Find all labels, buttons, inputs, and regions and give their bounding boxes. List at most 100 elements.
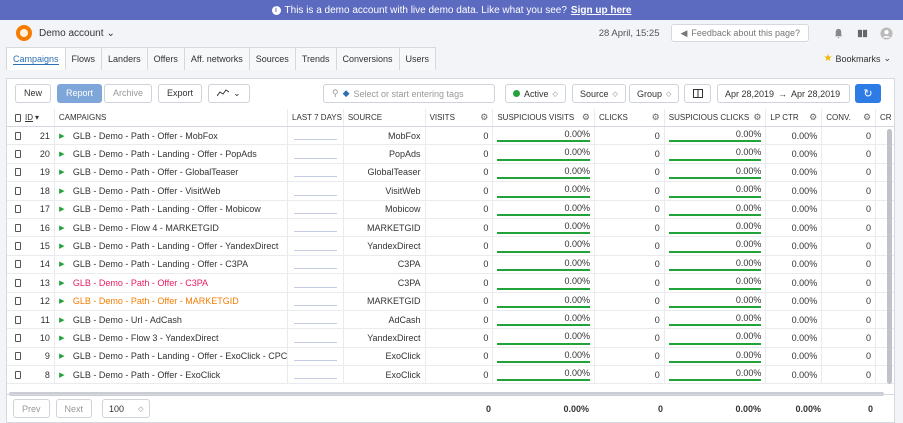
play-icon[interactable]: ▶ [55,311,69,328]
row-checkbox[interactable] [7,311,21,328]
gear-icon[interactable]: ⚙ [480,112,488,123]
table-row[interactable]: 17 ▶ GLB - Demo - Path - Landing - Offer -… [7,200,894,219]
row-checkbox[interactable] [7,237,21,254]
gear-icon[interactable]: ⚙ [652,112,660,123]
play-icon[interactable]: ▶ [55,201,69,218]
play-icon[interactable]: ▶ [55,219,69,236]
visits-column-header[interactable]: VISITS ⚙ [426,109,494,126]
gear-icon[interactable]: ⚙ [809,112,817,123]
table-row[interactable]: 14 ▶ GLB - Demo - Path - Landing - Offer -… [7,255,894,275]
id-column-header[interactable]: ID ▾ [21,109,55,126]
tab-sources[interactable]: Sources [248,47,296,70]
campaign-name[interactable]: GLB - Demo - Path - Landing - Offer - Po… [69,145,289,163]
row-checkbox[interactable] [7,201,21,218]
table-row[interactable]: 15 ▶ GLB - Demo - Path - Landing - Offer -… [7,237,894,256]
vertical-scrollbar[interactable] [887,129,892,384]
new-button[interactable]: New [15,83,52,103]
status-filter[interactable]: Active ◇ [505,84,566,103]
tab-campaigns[interactable]: Campaigns [6,47,66,70]
account-switcher[interactable]: Demo account ⌄ [39,28,115,39]
columns-button[interactable] [684,84,711,103]
conv-column-header[interactable]: CONV. ⚙ [822,109,877,126]
refresh-button[interactable]: ↻ [855,84,881,103]
table-row[interactable]: 21 ▶ GLB - Demo - Path - Offer - MobFox Mob… [7,127,894,146]
bookmarks-menu[interactable]: ★ Bookmarks ⌄ [823,53,891,64]
table-row[interactable]: 20 ▶ GLB - Demo - Path - Landing - Offer -… [7,145,894,164]
play-icon[interactable]: ▶ [55,256,69,273]
table-row[interactable]: 16 ▶ GLB - Demo - Flow 4 - MARKETGID MARKET… [7,218,894,238]
play-icon[interactable]: ▶ [55,164,69,181]
source-column-header[interactable]: SOURCE [344,109,426,126]
archive-button[interactable]: Archive [104,83,153,103]
row-checkbox[interactable] [7,145,21,162]
table-row[interactable]: 19 ▶ GLB - Demo - Path - Offer - GlobalTea… [7,163,894,183]
cr-column-header[interactable]: CR [876,109,894,126]
select-all-checkbox[interactable] [7,109,21,126]
lp-ctr-column-header[interactable]: LP CTR ⚙ [766,109,823,126]
table-row[interactable]: 11 ▶ GLB - Demo - Url - AdCash AdCash 0 0.00%… [7,310,894,330]
play-icon[interactable]: ▶ [55,145,69,162]
row-checkbox[interactable] [7,164,21,181]
row-checkbox[interactable] [7,366,21,383]
campaign-name[interactable]: GLB - Demo - Path - Offer - MobFox [69,127,289,145]
table-row[interactable]: 13 ▶ GLB - Demo - Path - Offer - C3PA C3PA 0… [7,274,894,293]
row-checkbox[interactable] [7,219,21,236]
campaign-name[interactable]: GLB - Demo - Path - Landing - Offer - C3… [69,255,289,274]
tab-flows[interactable]: Flows [64,47,103,70]
next-page-button[interactable]: Next [55,399,93,418]
last7-column-header[interactable]: LAST 7 DAYS [288,109,344,126]
group-filter[interactable]: Group ◇ [629,84,680,103]
gear-icon[interactable]: ⚙ [863,112,871,123]
campaigns-column-header[interactable]: CAMPAIGNS [55,109,289,126]
tab-offers[interactable]: Offers [146,47,185,70]
page-size-select[interactable]: 100 ◇ [102,399,151,418]
tab-aff-networks[interactable]: Aff. networks [183,47,250,70]
table-row[interactable]: 10 ▶ GLB - Demo - Flow 3 - YandexDirect Yan… [7,329,894,348]
campaign-name[interactable]: GLB - Demo - Path - Landing - Offer - Ex… [69,347,289,366]
campaign-name[interactable]: GLB - Demo - Path - Offer - C3PA [69,274,289,292]
tag-search-input[interactable] [353,88,484,99]
export-button[interactable]: Export [158,83,203,103]
campaign-name[interactable]: GLB - Demo - Flow 3 - YandexDirect [69,329,289,347]
prev-page-button[interactable]: Prev [13,399,50,418]
campaign-name[interactable]: GLB - Demo - Url - AdCash [69,310,289,329]
play-icon[interactable]: ▶ [55,329,69,346]
row-checkbox[interactable] [7,182,21,199]
susp-clicks-column-header[interactable]: SUSPICIOUS CLICKS ⚙ [665,109,767,126]
user-icon[interactable] [879,26,893,40]
tab-trends[interactable]: Trends [294,47,337,70]
sign-up-link[interactable]: Sign up here [571,5,632,16]
table-row[interactable]: 9 ▶ GLB - Demo - Path - Landing - Offer - … [7,347,894,367]
campaign-name[interactable]: GLB - Demo - Path - Offer - GlobalTeaser [69,163,289,182]
row-checkbox[interactable] [7,127,21,144]
chart-toggle-button[interactable]: ⌄ [208,83,250,103]
play-icon[interactable]: ▶ [55,293,69,310]
report-button[interactable]: Report [57,83,103,103]
row-checkbox[interactable] [7,348,21,365]
table-row[interactable]: 8 ▶ GLB - Demo - Path - Offer - ExoClick Ex… [7,366,894,385]
play-icon[interactable]: ▶ [55,366,69,383]
tag-search[interactable]: ⚲ ◆ [323,84,495,103]
row-checkbox[interactable] [7,256,21,273]
campaign-name[interactable]: GLB - Demo - Path - Offer - ExoClick [69,366,289,384]
play-icon[interactable]: ▶ [55,274,69,291]
tab-conversions[interactable]: Conversions [335,47,400,70]
susp-visits-column-header[interactable]: SUSPICIOUS VISITS ⚙ [493,109,595,126]
play-icon[interactable]: ▶ [55,237,69,254]
clicks-column-header[interactable]: CLICKS ⚙ [595,109,665,126]
bell-icon[interactable] [831,26,845,40]
source-filter[interactable]: Source ◇ [572,84,626,103]
date-range-picker[interactable]: Apr 28,2019 → Apr 28,2019 [717,84,850,103]
play-icon[interactable]: ▶ [55,127,69,144]
play-icon[interactable]: ▶ [55,182,69,199]
campaign-name[interactable]: GLB - Demo - Path - Landing - Offer - Mo… [69,200,289,218]
book-icon[interactable] [855,26,869,40]
row-checkbox[interactable] [7,329,21,346]
row-checkbox[interactable] [7,293,21,310]
campaign-name[interactable]: GLB - Demo - Flow 4 - MARKETGID [69,218,289,237]
gear-icon[interactable]: ⚙ [582,112,590,123]
campaign-name[interactable]: GLB - Demo - Path - Landing - Offer - Ya… [69,237,289,255]
table-row[interactable]: 12 ▶ GLB - Demo - Path - Offer - MARKETGID… [7,292,894,311]
row-checkbox[interactable] [7,274,21,291]
feedback-button[interactable]: ◀ Feedback about this page? [671,24,809,42]
